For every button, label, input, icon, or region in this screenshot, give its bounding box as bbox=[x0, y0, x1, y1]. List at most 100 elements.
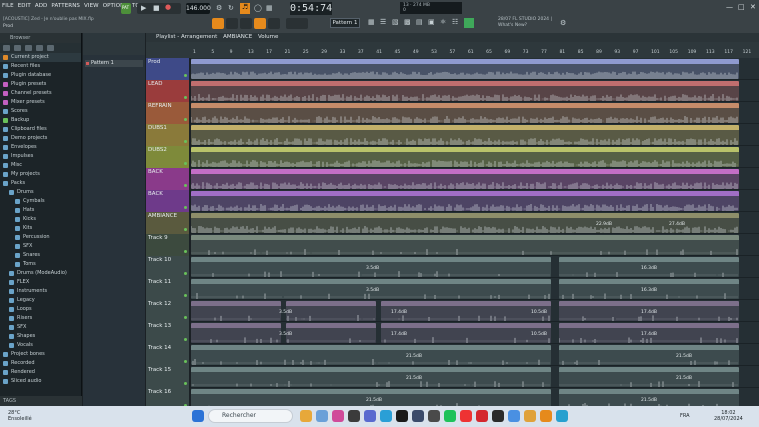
track-lane[interactable]: ▸ Zed - Je n'oublie pas_Prod bbox=[191, 58, 759, 80]
browser-item[interactable]: Risers bbox=[0, 314, 81, 323]
browser-item[interactable]: SFX bbox=[0, 323, 81, 332]
track-active-indicator[interactable] bbox=[184, 316, 187, 319]
metronome-icon[interactable]: ⚙ bbox=[216, 4, 222, 12]
audio-clip[interactable]: ▸ Zed - Je n'oublie pas_Harmo reed 3 bbox=[191, 323, 281, 343]
record-icon[interactable]: ● bbox=[165, 3, 171, 11]
app-icon-8[interactable] bbox=[556, 410, 568, 422]
track-lane[interactable]: ▸ Zed - Je n'oublie pas_Harmo reed 3 fin… bbox=[191, 278, 759, 300]
mute-tool-icon[interactable] bbox=[254, 18, 266, 29]
browser-item[interactable]: Envelopes bbox=[0, 143, 81, 152]
track-header[interactable]: Track 15 bbox=[146, 366, 189, 388]
track-active-indicator[interactable] bbox=[184, 96, 187, 99]
audio-clip[interactable]: ▸ Zed - Je n'oublie pas_Fins de phrases … bbox=[191, 169, 739, 189]
draw-tool-icon[interactable] bbox=[212, 18, 224, 29]
touch-icon[interactable]: ⚛ bbox=[440, 18, 446, 26]
delete-tool-icon[interactable] bbox=[240, 18, 252, 29]
track-lane[interactable]: ▸ Zed - Je n'oublie pas_Fins de phrases … bbox=[191, 168, 759, 190]
snap-select[interactable] bbox=[286, 18, 308, 29]
app-icon-4[interactable] bbox=[428, 410, 440, 422]
audio-clip[interactable]: ▸ Zed - Je n'oublie pas_Harmo ocr 5 bbox=[191, 367, 551, 387]
collapse-icon[interactable] bbox=[3, 45, 10, 51]
track-active-indicator[interactable] bbox=[184, 272, 187, 275]
countdown-icon[interactable]: ◯ bbox=[254, 4, 262, 12]
stop-icon[interactable]: ■ bbox=[153, 4, 160, 12]
paint-tool-icon[interactable] bbox=[226, 18, 238, 29]
track-header[interactable]: Prod bbox=[146, 58, 189, 80]
track-header[interactable]: LEAD bbox=[146, 80, 189, 102]
track-lane[interactable]: ▸ Zed - Je n'oublie pas_Harmo reed 3 ▸ Ze… bbox=[191, 322, 759, 344]
browser-item[interactable]: FLEX bbox=[0, 278, 81, 287]
taskbar-search[interactable]: Rechercher bbox=[208, 409, 293, 423]
browser-item[interactable]: Drums bbox=[0, 188, 81, 197]
track-lane[interactable]: ▸ Zed - Je n'oublie pas_Refrain bbox=[191, 102, 759, 124]
menu-item-view[interactable]: VIEW bbox=[84, 3, 99, 9]
playlist-icon[interactable]: ▦ bbox=[368, 18, 375, 26]
browser-item[interactable]: Backup bbox=[0, 116, 81, 125]
track-header[interactable]: DUBS2 bbox=[146, 146, 189, 168]
sort-icon[interactable] bbox=[47, 45, 54, 51]
taskbar-clock[interactable]: 18:02 28/07/2024 bbox=[714, 410, 743, 422]
track-lane[interactable]: ▸ Zed - Je n'oublie pas_Dub 2 bbox=[191, 146, 759, 168]
track-active-indicator[interactable] bbox=[184, 360, 187, 363]
track-active-indicator[interactable] bbox=[184, 338, 187, 341]
browser-item[interactable]: Legacy bbox=[0, 296, 81, 305]
track-active-indicator[interactable] bbox=[184, 228, 187, 231]
tempo-display[interactable]: 146.000 bbox=[186, 3, 211, 14]
browser-item[interactable]: Demo projects bbox=[0, 134, 81, 143]
audio-clip[interactable]: ▸ Zed - Je n'oublie pas_Dub 1 bbox=[191, 125, 739, 145]
browser-item[interactable]: Mixer presets bbox=[0, 98, 81, 107]
browser-item[interactable]: Shapes bbox=[0, 332, 81, 341]
audio-clip[interactable]: ▸ Zed - Je n'oublie pas_Harmo reed 3 bbox=[286, 323, 376, 343]
audio-clip[interactable]: ▸ Zed - Je n'oublie pas_Fins de phrases … bbox=[191, 191, 739, 211]
app-icon-3[interactable] bbox=[396, 410, 408, 422]
browser-item[interactable]: Impulses bbox=[0, 152, 81, 161]
playlist-view[interactable]: Volume bbox=[258, 34, 278, 40]
track-header[interactable]: Track 10 bbox=[146, 256, 189, 278]
browser-item[interactable]: Rendered bbox=[0, 368, 81, 377]
browser-item[interactable]: Cymbals bbox=[0, 197, 81, 206]
pattern-selector[interactable]: Pattern 1 bbox=[330, 18, 360, 28]
browser-item[interactable]: Recorded bbox=[0, 359, 81, 368]
browser-item[interactable]: Kits bbox=[0, 224, 81, 233]
audio-clip[interactable]: ▸ Zed - Je n'oublie pas_Prod bbox=[191, 59, 739, 79]
audio-clip[interactable]: ▸ Zed - Je n'oublie pas_Harmo reed 1 bbox=[286, 301, 376, 321]
start-icon[interactable] bbox=[192, 410, 204, 422]
track-lane[interactable]: ▸ Zed - Je n'oublie pas_Harmo reed 2 fin… bbox=[191, 256, 759, 278]
fl-studio-icon[interactable] bbox=[540, 410, 552, 422]
browser-item[interactable]: Current project bbox=[0, 53, 81, 62]
app-icon-7[interactable] bbox=[508, 410, 520, 422]
browser-item[interactable]: Misc bbox=[0, 161, 81, 170]
menu-item-patterns[interactable]: PATTERNS bbox=[51, 3, 80, 9]
browser-item[interactable]: Vocals bbox=[0, 341, 81, 350]
browser-item[interactable]: Percussion bbox=[0, 233, 81, 242]
netflix-icon[interactable] bbox=[476, 410, 488, 422]
menu-item-edit[interactable]: EDIT bbox=[18, 3, 31, 9]
browser-item[interactable]: Plugin database bbox=[0, 71, 81, 80]
browser-item[interactable]: Drums (ModeAudio) bbox=[0, 269, 81, 278]
menu-item-add[interactable]: ADD bbox=[35, 3, 48, 9]
track-header[interactable]: DUBS1 bbox=[146, 124, 189, 146]
browser-item[interactable]: Toms bbox=[0, 260, 81, 269]
browser-tags[interactable]: TAGS bbox=[0, 396, 82, 406]
weather-widget[interactable]: 28°C Ensoleillé bbox=[8, 410, 32, 422]
file-explorer-icon[interactable] bbox=[300, 410, 312, 422]
track-header[interactable]: Track 13 bbox=[146, 322, 189, 344]
track-lane[interactable]: ▸ Zed - Je n'oublie pas_Harmo ocr 4 ▸ Zed… bbox=[191, 344, 759, 366]
track-active-indicator[interactable] bbox=[184, 250, 187, 253]
track-header[interactable]: REFRAIN bbox=[146, 102, 189, 124]
track-header[interactable]: Track 12 bbox=[146, 300, 189, 322]
slip-tool-icon[interactable] bbox=[268, 18, 280, 29]
track-active-indicator[interactable] bbox=[184, 74, 187, 77]
track-lane[interactable]: ▸ Zed - Je n'oublie pas_Lead bbox=[191, 80, 759, 102]
telegram-icon[interactable] bbox=[380, 410, 392, 422]
browser-item[interactable]: Instruments bbox=[0, 287, 81, 296]
app-icon-2[interactable] bbox=[348, 410, 360, 422]
track-header[interactable]: Track 11 bbox=[146, 278, 189, 300]
audio-clip[interactable]: ▸ Zed - Je n'oublie pas_Lead bbox=[191, 81, 739, 101]
taskview-icon[interactable] bbox=[316, 410, 328, 422]
track-lane[interactable]: ▸ Zed - Je n'oublie pas_Ambiances 22.9dB 2… bbox=[191, 212, 759, 234]
track-header[interactable]: AMBIANCE bbox=[146, 212, 189, 234]
track-header[interactable]: BACK bbox=[146, 190, 189, 212]
browser-icon[interactable]: ▤ bbox=[416, 18, 423, 26]
app-icon-1[interactable] bbox=[332, 410, 344, 422]
